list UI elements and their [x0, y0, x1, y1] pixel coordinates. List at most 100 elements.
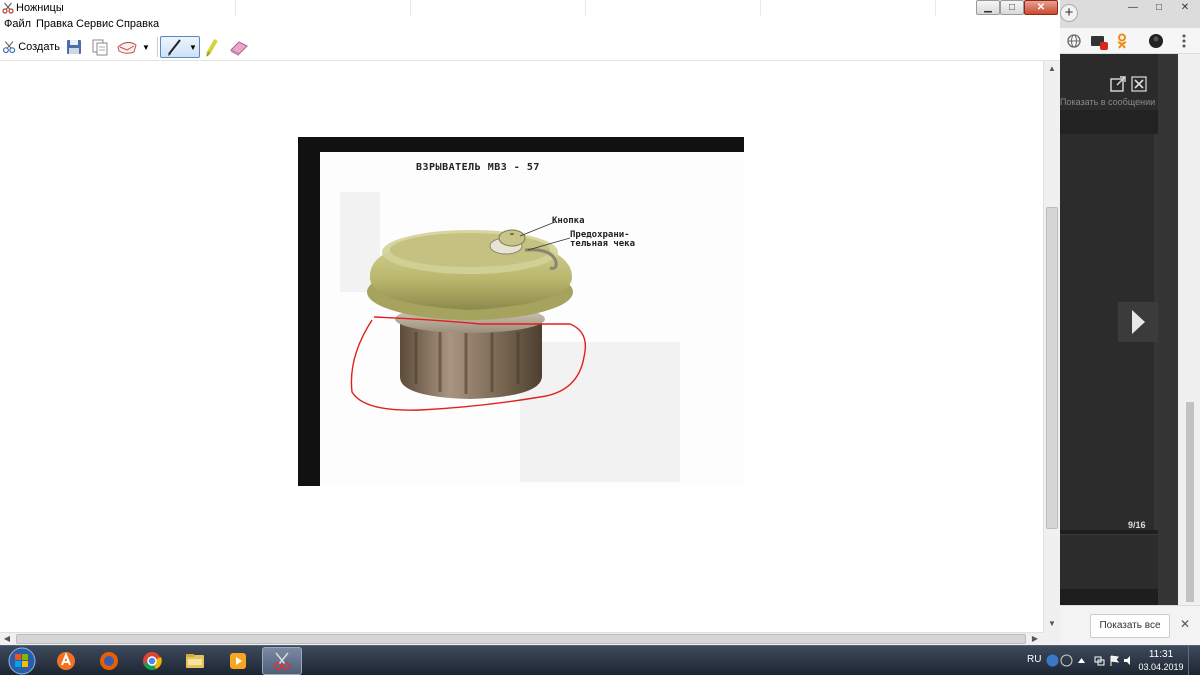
taskbar-chrome[interactable]	[132, 647, 172, 675]
snip-canvas[interactable]: ВЗРЫВАТЕЛЬ МВЗ - 57 Кнопка Предохрани- т…	[0, 61, 1043, 632]
window-title: Ножницы	[16, 2, 64, 14]
scroll-corner	[1043, 632, 1060, 645]
browser-scrollbar[interactable]	[1178, 54, 1200, 605]
show-all-downloads-button[interactable]: Показать все	[1090, 614, 1170, 638]
menu-bar: Файл Правка Сервис Справка	[0, 16, 1060, 33]
close-button[interactable]: ✕	[1024, 0, 1058, 15]
browser-window: + — □ ✕ Показать в сообщении 9/16 Показа…	[1060, 0, 1200, 645]
highlighter-button[interactable]	[203, 36, 221, 58]
send-icon	[117, 41, 137, 54]
download-bar: Показать все ✕	[1060, 605, 1200, 645]
kebab-menu-icon[interactable]	[1176, 33, 1192, 49]
taskbar-snipping-tool[interactable]	[262, 647, 302, 675]
scroll-right-arrow[interactable]: ▶	[1028, 633, 1042, 645]
vertical-scrollbar[interactable]: ▲ ▼	[1043, 61, 1060, 632]
pen-icon	[168, 39, 181, 56]
fuse-illustration: ВЗРЫВАТЕЛЬ МВЗ - 57 Кнопка Предохрани- т…	[320, 152, 744, 486]
scissors-icon	[2, 2, 14, 14]
help-icon[interactable]	[1046, 654, 1059, 667]
eraser-button[interactable]	[228, 36, 250, 58]
close-download-bar-icon[interactable]: ✕	[1180, 617, 1190, 631]
eraser-icon	[230, 41, 248, 56]
taskbar: RU 11:31 03.04.2019	[0, 645, 1200, 675]
open-external-icon[interactable]	[1110, 76, 1126, 92]
copy-icon	[92, 39, 108, 56]
odnoklassniki-icon[interactable]	[1114, 33, 1130, 49]
tray-expand-icon[interactable]	[1075, 654, 1088, 667]
snipping-tool-window: Ножницы ▁ □ ✕ Файл Правка Сервис Справка…	[0, 0, 1060, 645]
chrome-icon	[143, 652, 162, 670]
horizontal-scrollbar[interactable]: ◀ ▶	[0, 632, 1043, 645]
browser-close-button[interactable]: ✕	[1172, 0, 1198, 16]
callout-safety-pin: Предохрани- тельная чека	[570, 231, 635, 249]
clock-time[interactable]: 11:31	[1140, 649, 1182, 660]
maximize-button[interactable]: □	[1000, 0, 1024, 15]
chevron-down-icon[interactable]: ▼	[142, 43, 150, 52]
menu-help[interactable]: Справка	[116, 18, 159, 30]
save-icon	[67, 40, 81, 54]
profile-avatar-icon[interactable]	[1148, 33, 1164, 49]
next-photo-button[interactable]	[1118, 302, 1158, 342]
windows-start-icon	[8, 647, 36, 675]
copy-button[interactable]	[90, 36, 110, 58]
flag-icon[interactable]	[1108, 654, 1121, 667]
network-icon[interactable]	[1093, 654, 1106, 667]
menu-file[interactable]: Файл	[4, 18, 31, 30]
viewer-band	[1060, 110, 1158, 134]
new-snip-label: Создать	[18, 41, 60, 53]
speaker-icon[interactable]	[1122, 654, 1135, 667]
pen-tool-button[interactable]: ▼	[160, 36, 200, 58]
show-in-message-link[interactable]: Показать в сообщении	[1060, 97, 1155, 107]
horizontal-scroll-thumb[interactable]	[16, 634, 1026, 644]
taskbar-explorer[interactable]	[175, 647, 215, 675]
menu-tools[interactable]: Сервис	[76, 18, 114, 30]
fuse-drawing	[340, 192, 680, 482]
chevron-down-icon[interactable]: ▼	[189, 43, 197, 52]
notification-badge	[1100, 42, 1108, 50]
browser-minimize-button[interactable]: —	[1120, 0, 1146, 16]
captured-image: ВЗРЫВАТЕЛЬ МВЗ - 57 Кнопка Предохрани- т…	[298, 137, 744, 486]
file-explorer-icon	[186, 654, 204, 668]
chevron-right-icon	[1132, 310, 1145, 334]
taskbar-media-player[interactable]	[218, 647, 258, 675]
avast-icon	[57, 652, 75, 670]
volume-off-icon[interactable]	[1060, 654, 1073, 667]
language-indicator[interactable]: RU	[1027, 654, 1041, 665]
save-button[interactable]	[64, 36, 84, 58]
scroll-up-arrow[interactable]: ▲	[1044, 61, 1060, 77]
send-snip-button[interactable]: ▼	[116, 36, 154, 58]
scroll-left-arrow[interactable]: ◀	[0, 633, 14, 645]
background-browser-tabs	[60, 0, 940, 16]
toolbar-separator	[157, 37, 158, 57]
browser-maximize-button[interactable]: □	[1146, 0, 1172, 16]
viewer-footer	[1060, 534, 1158, 589]
globe-icon[interactable]	[1066, 33, 1082, 49]
callout-button: Кнопка	[552, 216, 585, 226]
snipping-tool-icon	[274, 652, 290, 670]
scroll-down-arrow[interactable]: ▼	[1044, 616, 1060, 632]
vertical-scroll-thumb[interactable]	[1046, 207, 1058, 529]
browser-tab-strip: + — □ ✕	[1060, 0, 1200, 28]
menu-edit[interactable]: Правка	[36, 18, 73, 30]
browser-toolbar	[1060, 28, 1200, 54]
title-bar[interactable]: Ножницы ▁ □ ✕	[0, 0, 1060, 16]
toolbar: Создать ▼ ▼	[0, 33, 1060, 61]
minimize-button[interactable]: ▁	[976, 0, 1000, 15]
media-player-icon	[230, 653, 246, 669]
new-snip-button[interactable]: Создать	[2, 36, 60, 58]
start-button[interactable]	[2, 646, 42, 675]
page-edge	[1158, 54, 1178, 645]
browser-scroll-thumb[interactable]	[1186, 402, 1194, 602]
new-tab-button[interactable]: +	[1060, 4, 1078, 22]
taskbar-firefox[interactable]	[89, 647, 129, 675]
highlighter-icon	[206, 39, 218, 57]
photo-counter: 9/16	[1128, 520, 1146, 530]
taskbar-avast[interactable]	[46, 647, 86, 675]
fuse-title: ВЗРЫВАТЕЛЬ МВЗ - 57	[416, 162, 540, 173]
close-icon[interactable]	[1131, 76, 1147, 92]
scissors-icon	[2, 41, 16, 54]
firefox-icon	[100, 652, 118, 670]
clock-date[interactable]: 03.04.2019	[1136, 662, 1186, 672]
show-desktop-button[interactable]	[1188, 646, 1200, 675]
callout-pin-line2: тельная чека	[570, 239, 636, 249]
